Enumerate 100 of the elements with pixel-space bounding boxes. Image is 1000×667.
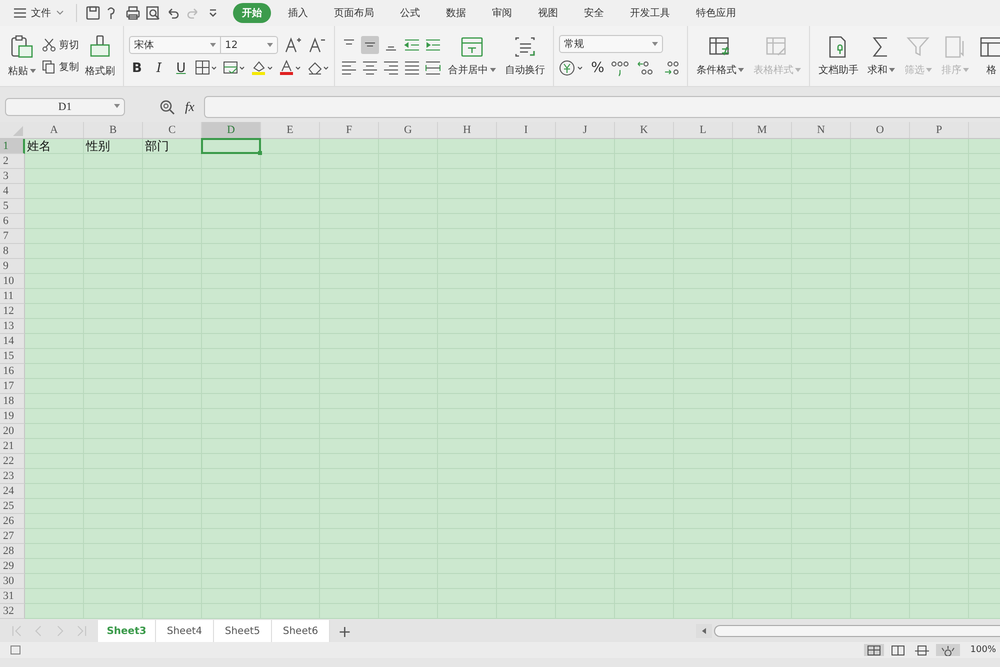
row-header[interactable]: 9 [0, 259, 25, 274]
eye-protection-icon[interactable] [936, 644, 960, 656]
clipboard-icon[interactable] [9, 34, 35, 60]
row-header[interactable]: 6 [0, 214, 25, 229]
dropdown-arrow-icon[interactable] [114, 104, 120, 108]
percent-button[interactable]: % [591, 60, 604, 76]
cut-button[interactable]: 剪切 [42, 38, 79, 52]
ribbon-tab[interactable]: 开始 [233, 3, 271, 23]
row-header[interactable]: 25 [0, 499, 25, 514]
dropdown-arrow-icon[interactable] [210, 43, 216, 47]
normal-view-icon[interactable] [864, 644, 884, 656]
row-header[interactable]: 17 [0, 379, 25, 394]
sheet-tab[interactable]: Sheet5 [214, 620, 272, 642]
sheet-tab[interactable]: Sheet6 [272, 620, 330, 642]
row-header[interactable]: 13 [0, 319, 25, 334]
align-middle-icon[interactable] [361, 36, 379, 54]
paste-button[interactable]: 粘贴 [5, 32, 39, 80]
row-header[interactable]: 2 [0, 154, 25, 169]
formula-input-field[interactable] [204, 96, 1000, 118]
zoom-level[interactable]: 100% [970, 645, 1000, 655]
column-header[interactable]: K [615, 122, 674, 138]
row-header[interactable]: 22 [0, 454, 25, 469]
row-header[interactable]: 5 [0, 199, 25, 214]
horizontal-scrollbar[interactable] [714, 625, 1000, 637]
column-header[interactable]: M [733, 122, 792, 138]
currency-icon[interactable] [559, 59, 585, 77]
column-header[interactable]: A [25, 122, 84, 138]
text-style-button[interactable]: B [129, 60, 145, 76]
font-color-icon[interactable] [279, 60, 301, 76]
column-header[interactable]: J [556, 122, 615, 138]
row-header[interactable]: 29 [0, 559, 25, 574]
column-header[interactable]: E [261, 122, 320, 138]
row-header[interactable]: 27 [0, 529, 25, 544]
thousands-separator-icon[interactable] [610, 59, 630, 77]
row-header[interactable]: 19 [0, 409, 25, 424]
caret-icon[interactable] [889, 68, 896, 72]
row-header[interactable]: 23 [0, 469, 25, 484]
column-header[interactable]: H [438, 122, 497, 138]
scissors-icon[interactable] [42, 38, 56, 52]
format-painter-button[interactable]: 格式刷 [82, 32, 118, 80]
row-header[interactable]: 28 [0, 544, 25, 559]
zoom-icon[interactable] [159, 99, 175, 115]
row-header[interactable]: 21 [0, 439, 25, 454]
merge-center-button[interactable]: 合并居中 [445, 33, 499, 79]
dropdown-arrow-icon[interactable] [652, 42, 658, 46]
row-header[interactable]: 15 [0, 349, 25, 364]
column-header[interactable]: L [674, 122, 733, 138]
increase-font-size-icon[interactable] [284, 36, 302, 54]
row-header[interactable]: 20 [0, 424, 25, 439]
text-style-button[interactable]: I [151, 60, 167, 76]
column-header[interactable]: I [497, 122, 556, 138]
row-header[interactable]: 32 [0, 604, 25, 619]
row-header[interactable]: 10 [0, 274, 25, 289]
sheet-tab[interactable]: Sheet4 [156, 620, 214, 642]
function-label[interactable]: fx [185, 99, 194, 115]
row-header[interactable]: 3 [0, 169, 25, 184]
preview-icon[interactable] [145, 5, 161, 21]
ribbon-tab[interactable]: 特色应用 [687, 3, 745, 23]
ribbon-tab[interactable]: 公式 [391, 3, 429, 23]
ribbon-tab[interactable]: 页面布局 [325, 3, 383, 23]
row-header[interactable]: 14 [0, 334, 25, 349]
ribbon-tab[interactable]: 安全 [575, 3, 613, 23]
wrap-text-button[interactable]: 自动换行 [502, 33, 548, 79]
copy-icon[interactable] [42, 60, 56, 74]
menu-icon[interactable] [14, 8, 26, 18]
format-button[interactable]: 格 [975, 33, 1000, 79]
row-header[interactable]: 11 [0, 289, 25, 304]
sum-button[interactable]: 求和 [864, 33, 898, 79]
file-menu[interactable]: 文件 [10, 4, 68, 22]
format-icon[interactable] [978, 35, 1000, 59]
sheet-tab[interactable]: Sheet3 [98, 620, 156, 642]
text-style-button[interactable]: U [173, 60, 189, 76]
eraser-icon[interactable] [307, 60, 329, 76]
column-header[interactable]: D [202, 122, 261, 138]
merge-cells-icon[interactable] [459, 35, 485, 59]
ribbon-tab[interactable]: 数据 [437, 3, 475, 23]
number-format-field[interactable]: 常规 [559, 35, 663, 53]
caret-icon[interactable] [30, 69, 36, 74]
column-header[interactable]: O [851, 122, 910, 138]
chevron-down-icon[interactable] [56, 10, 64, 16]
row-header[interactable]: 16 [0, 364, 25, 379]
row-header[interactable]: 1 [0, 139, 25, 154]
ribbon-tab[interactable]: 插入 [279, 3, 317, 23]
conditional-format-button[interactable]: 条件格式 [693, 33, 748, 79]
row-header[interactable]: 4 [0, 184, 25, 199]
row-header[interactable]: 18 [0, 394, 25, 409]
borders-icon[interactable] [195, 60, 217, 76]
row-header[interactable]: 12 [0, 304, 25, 319]
row-header[interactable]: 24 [0, 484, 25, 499]
ribbon-tab[interactable]: 视图 [529, 3, 567, 23]
column-header[interactable]: N [792, 122, 851, 138]
save-icon[interactable] [85, 5, 101, 21]
row-header[interactable]: 30 [0, 574, 25, 589]
caret-icon[interactable] [738, 68, 744, 72]
row-header[interactable]: 26 [0, 514, 25, 529]
font-size-field[interactable]: 12 [220, 36, 278, 54]
font-name-field[interactable]: 宋体 [129, 36, 221, 54]
dropdown-arrow-icon[interactable] [267, 43, 273, 47]
row-header[interactable]: 8 [0, 244, 25, 259]
row-header[interactable]: 7 [0, 229, 25, 244]
